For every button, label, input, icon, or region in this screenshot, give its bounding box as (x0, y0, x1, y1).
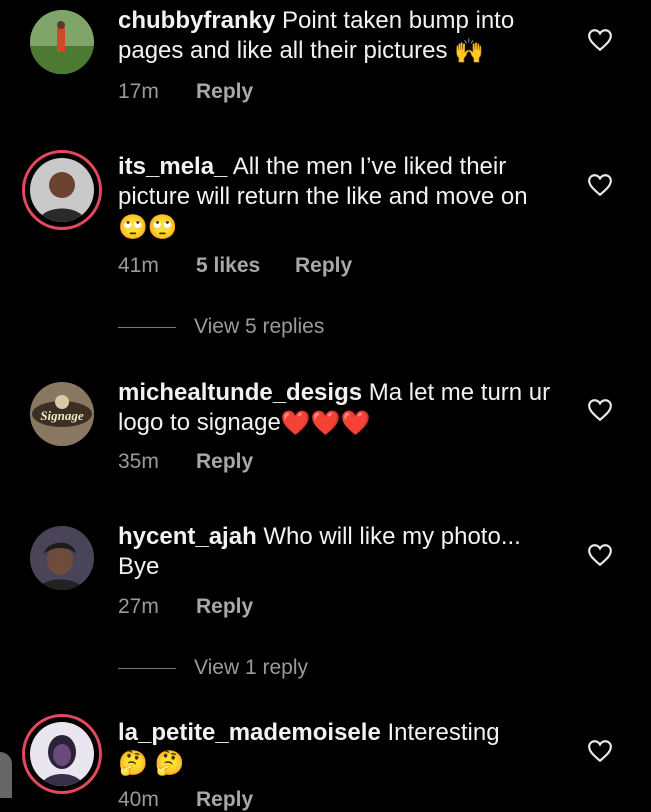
comment-username[interactable]: chubbyfranky (118, 7, 275, 34)
reply-button[interactable]: Reply (196, 450, 253, 474)
comment-time: 41m (118, 254, 159, 277)
comment-text: michealtunde_desigs Ma let me turn ur lo… (118, 378, 558, 439)
comment-meta: 40m Reply (118, 788, 253, 812)
red-heart-emoji: ❤️❤️❤️ (280, 409, 371, 437)
comment-time: 17m (118, 80, 159, 103)
avatar-image (27, 719, 97, 789)
view-replies-label[interactable]: View 5 replies (194, 315, 324, 339)
eye-roll-emoji: 🙄🙄 (118, 213, 178, 241)
view-replies-button[interactable]: View 1 reply (118, 656, 308, 680)
avatar[interactable] (22, 714, 102, 794)
comment-meta: 17m Reply (118, 80, 253, 104)
divider-line (118, 326, 176, 328)
view-replies-label[interactable]: View 1 reply (194, 656, 308, 680)
avatar-image (27, 155, 97, 225)
reply-button[interactable]: Reply (295, 254, 352, 278)
comment-username[interactable]: michealtunde_desigs (118, 379, 362, 406)
comment-time: 35m (118, 450, 159, 473)
divider-line (118, 667, 176, 669)
heart-icon[interactable] (587, 543, 613, 567)
edge-panel-handle[interactable] (0, 752, 12, 798)
comment-text: chubbyfranky Point taken bump into pages… (118, 6, 558, 67)
reply-button[interactable]: Reply (196, 80, 253, 104)
avatar[interactable]: Signage (30, 382, 94, 446)
avatar-logo-text: Signage (40, 408, 84, 423)
heart-icon[interactable] (587, 739, 613, 763)
comment-body: Interesting (387, 719, 500, 746)
comment-username[interactable]: hycent_ajah (118, 523, 257, 550)
comment-username[interactable]: its_mela_ (118, 153, 227, 180)
view-replies-button[interactable]: View 5 replies (118, 315, 324, 339)
avatar[interactable] (30, 526, 94, 590)
comment-meta: 27m Reply (118, 595, 253, 619)
comment-time: 40m (118, 788, 159, 811)
thinking-face-emoji: 🤔 🤔 (118, 749, 185, 777)
comment-text: hycent_ajah Who will like my photo... By… (118, 522, 558, 582)
avatar[interactable] (22, 150, 102, 230)
comment-username[interactable]: la_petite_mademoisele (118, 719, 381, 746)
avatar[interactable] (30, 10, 94, 74)
reply-button[interactable]: Reply (196, 788, 253, 812)
comment-meta: 35m Reply (118, 450, 253, 474)
comment-meta: 41m 5 likes Reply (118, 254, 352, 278)
comment-text: its_mela_ All the men I’ve liked their p… (118, 152, 558, 243)
comment-text: la_petite_mademoisele Interesting 🤔 🤔 (118, 718, 558, 779)
likes-count[interactable]: 5 likes (196, 254, 295, 278)
heart-icon[interactable] (587, 28, 613, 52)
raising-hands-emoji: 🙌 (454, 37, 485, 65)
heart-icon[interactable] (587, 398, 613, 422)
reply-button[interactable]: Reply (196, 595, 253, 619)
heart-icon[interactable] (587, 173, 613, 197)
comment-time: 27m (118, 595, 159, 618)
